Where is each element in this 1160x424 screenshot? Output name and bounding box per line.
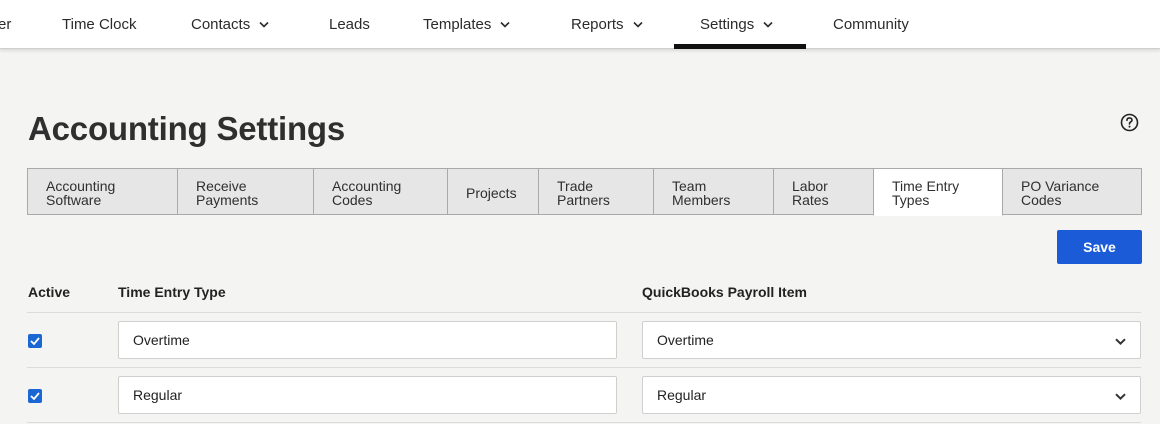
time-entry-type-field[interactable]: Overtime	[118, 321, 617, 359]
row-divider	[27, 422, 1141, 423]
page-title: Accounting Settings	[28, 110, 346, 147]
chevron-down-icon	[259, 21, 269, 28]
tab-label: Members	[672, 192, 731, 208]
nav-item-label: Leads	[329, 16, 370, 33]
tab-labor-rates[interactable]: Labor Rates	[773, 168, 874, 215]
select-value: Overtime	[657, 332, 714, 348]
nav-item-label: Time Clock	[62, 16, 137, 33]
column-header-time-entry-type: Time Entry Type	[118, 284, 226, 300]
tab-receive-payments[interactable]: Receive Payments	[177, 168, 314, 215]
nav-item-label: Templates	[423, 16, 492, 33]
tab-accounting-codes[interactable]: Accounting Codes	[313, 168, 448, 215]
save-button[interactable]: Save	[1057, 230, 1142, 264]
active-checkbox[interactable]	[28, 334, 42, 348]
field-value: Regular	[133, 387, 183, 403]
nav-item-settings[interactable]: Settings	[674, 0, 806, 49]
column-header-payroll-item: QuickBooks Payroll Item	[642, 284, 807, 300]
tab-po-variance-codes[interactable]: PO Variance Codes	[1002, 168, 1142, 215]
tab-label: Rates	[792, 192, 829, 208]
nav-item-label: er	[0, 16, 12, 33]
chevron-down-icon	[632, 21, 643, 28]
payroll-item-select[interactable]: Overtime	[642, 321, 1141, 359]
time-entry-type-field[interactable]: Regular	[118, 376, 617, 414]
chevron-down-icon	[500, 21, 510, 28]
tab-time-entry-types[interactable]: Time Entry Types	[873, 168, 1003, 216]
nav-item-leads[interactable]: Leads	[329, 0, 370, 49]
payroll-item-select[interactable]: Regular	[642, 376, 1141, 414]
nav-item-label: Settings	[700, 16, 755, 33]
nav-item-community[interactable]: Community	[833, 0, 909, 49]
field-value: Overtime	[133, 332, 190, 348]
top-navigation: er Time Clock Contacts Leads Templates R…	[0, 0, 1160, 49]
column-header-active: Active	[28, 284, 71, 300]
row-divider	[27, 312, 1141, 313]
tab-label: Codes	[1021, 192, 1062, 208]
row-divider	[27, 367, 1141, 368]
nav-item-label: Community	[833, 16, 909, 33]
nav-item-partial[interactable]: er	[0, 0, 11, 49]
tab-label: Projects	[466, 185, 517, 201]
nav-item-label: Reports	[571, 16, 624, 33]
chevron-down-icon	[763, 21, 773, 28]
tab-projects[interactable]: Projects	[447, 168, 539, 215]
tab-label: Types	[892, 192, 930, 208]
nav-item-templates[interactable]: Templates	[423, 0, 510, 49]
nav-item-reports[interactable]: Reports	[571, 0, 643, 49]
tab-label: Software	[46, 192, 102, 208]
tab-trade-partners[interactable]: Trade Partners	[538, 168, 654, 215]
tab-accounting-software[interactable]: Accounting Software	[27, 168, 178, 215]
tab-label: Payments	[196, 192, 259, 208]
chevron-down-icon	[1115, 332, 1126, 348]
tab-label: Codes	[332, 192, 373, 208]
nav-item-label: Contacts	[191, 16, 251, 33]
select-value: Regular	[657, 387, 707, 403]
checkmark-icon	[30, 337, 40, 345]
active-checkbox[interactable]	[28, 389, 42, 403]
tab-team-members[interactable]: Team Members	[653, 168, 774, 215]
nav-item-contacts[interactable]: Contacts	[191, 0, 269, 49]
nav-item-time-clock[interactable]: Time Clock	[62, 0, 136, 49]
tab-label: Partners	[557, 192, 610, 208]
question-circle-icon[interactable]	[1120, 113, 1139, 132]
checkmark-icon	[30, 392, 40, 400]
chevron-down-icon	[1115, 387, 1126, 403]
